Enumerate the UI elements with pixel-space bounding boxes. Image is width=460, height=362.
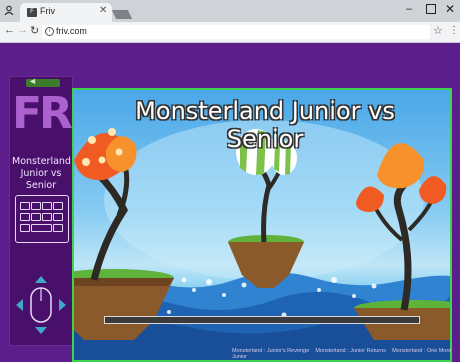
footer-links: Monsterland : Junior's Revenge Monsterla… [232, 348, 460, 360]
window-close-icon[interactable]: ✕ [445, 2, 455, 16]
sidebar-game-title: Monsterland Junior vs Senior [12, 156, 71, 191]
url-text[interactable]: friv.com [56, 26, 87, 36]
minimize-icon[interactable]: – [406, 3, 412, 15]
game-title: Monsterland Junior vs Senior [135, 97, 395, 153]
loading-bar [104, 316, 420, 324]
tab-title: Friv [40, 6, 55, 16]
forward-icon[interactable]: → [17, 24, 28, 36]
mouse-icon [30, 287, 52, 323]
star-icon[interactable]: ☆ [433, 24, 443, 37]
address-bar[interactable] [42, 25, 430, 39]
back-icon[interactable]: ← [4, 24, 15, 36]
close-icon[interactable]: ✕ [99, 5, 107, 16]
friv-favicon-icon: F [27, 8, 37, 17]
back-arrow-icon[interactable]: ◄ [28, 76, 37, 86]
reload-icon[interactable]: ↻ [30, 24, 39, 37]
info-icon[interactable]: i [45, 27, 54, 36]
keyboard-icon [15, 195, 69, 243]
dpad-icon [16, 276, 66, 334]
footer-link-2[interactable]: Monsterland : Junior Returns [315, 348, 386, 354]
menu-icon[interactable]: ⋮ [449, 25, 459, 36]
user-icon[interactable] [4, 5, 14, 15]
maximize-icon[interactable] [426, 4, 436, 14]
